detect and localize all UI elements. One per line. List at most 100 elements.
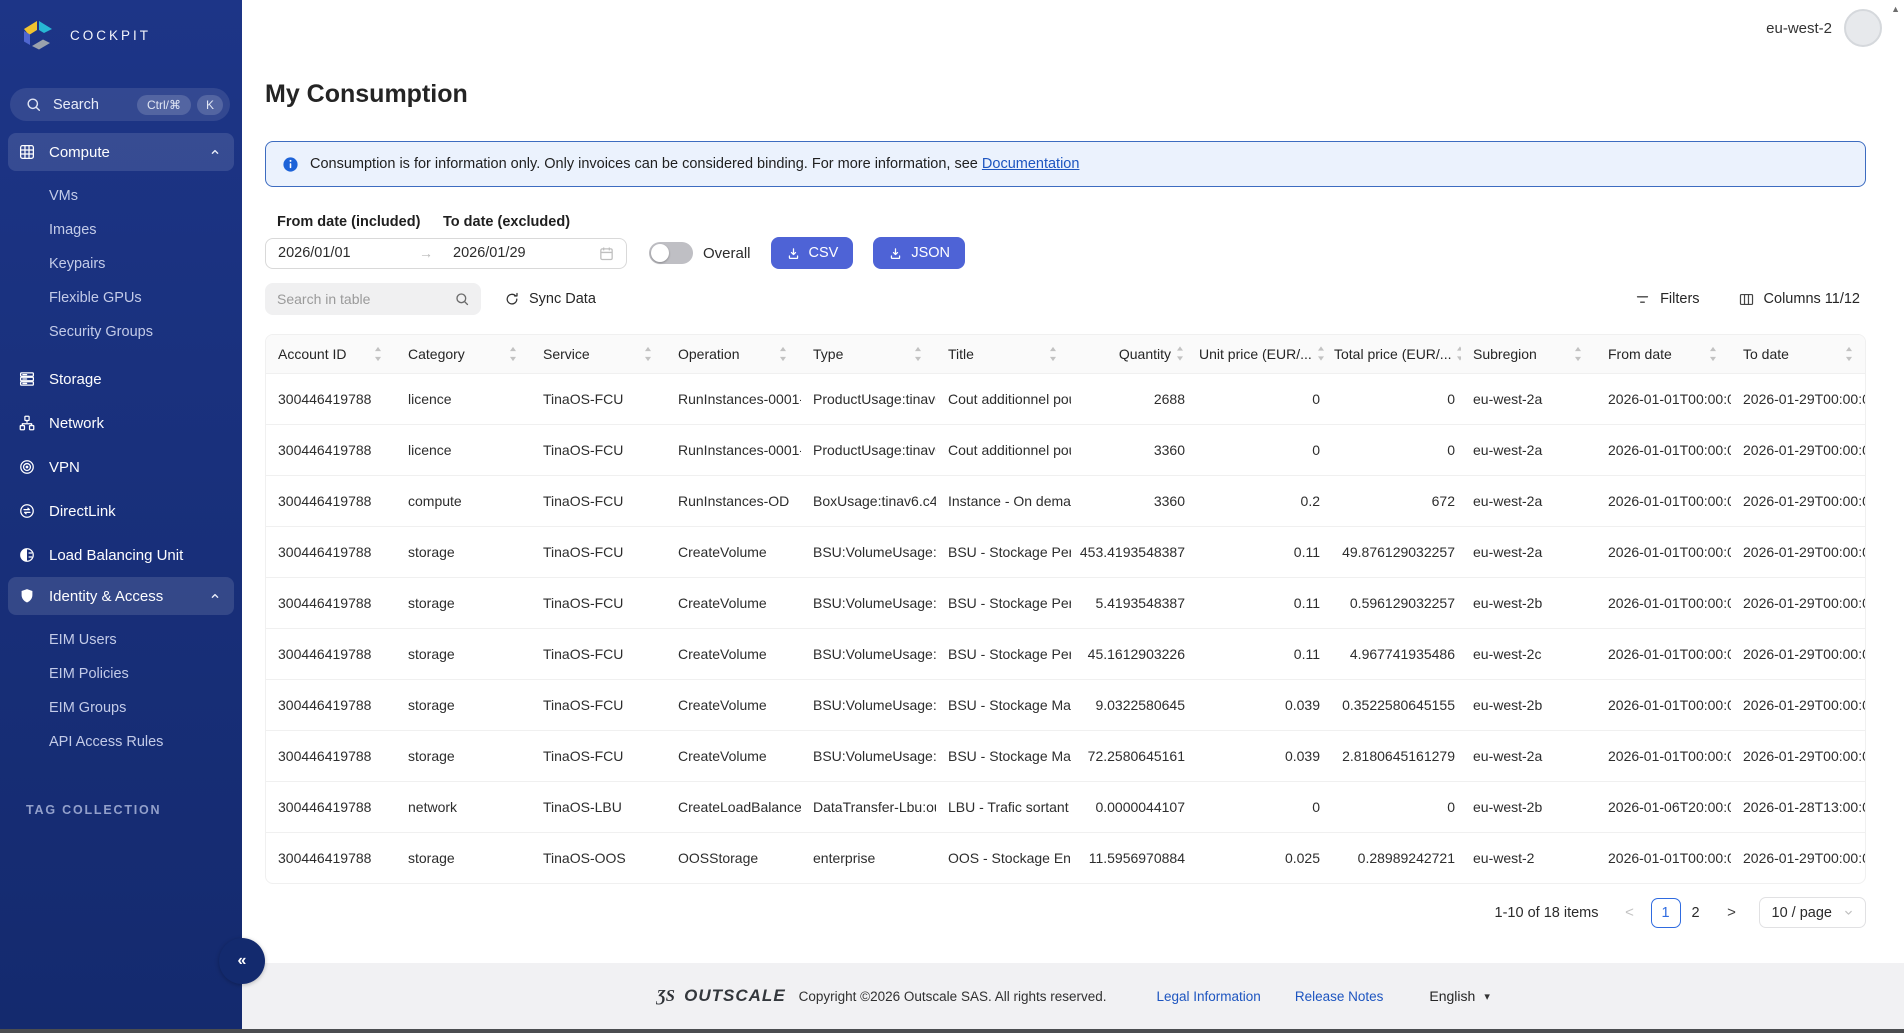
table-cell: 300446419788 xyxy=(266,730,396,781)
date-range-picker[interactable]: 2026/01/01 → 2026/01/29 xyxy=(265,238,627,269)
table-cell: LBU - Trafic sortant d xyxy=(936,781,1071,832)
table-cell: eu-west-2a xyxy=(1461,526,1596,577)
table-cell: 0.039 xyxy=(1191,679,1326,730)
column-header-unit-price-eur[interactable]: Unit price (EUR/... xyxy=(1191,335,1326,373)
directlink-icon xyxy=(18,502,36,520)
from-date-value[interactable]: 2026/01/01 xyxy=(278,245,419,261)
table-cell: 49.876129032257 xyxy=(1326,526,1461,577)
documentation-link[interactable]: Documentation xyxy=(982,156,1080,172)
svg-text:ƷS: ƷS xyxy=(656,986,675,1005)
sidebar-item-identity-access[interactable]: Identity & Access xyxy=(8,577,234,615)
vpn-icon xyxy=(18,458,36,476)
table-row: 300446419788computeTinaOS-FCURunInstance… xyxy=(266,475,1866,526)
column-header-to-date[interactable]: To date xyxy=(1731,335,1866,373)
overall-toggle[interactable] xyxy=(649,242,693,264)
column-header-service[interactable]: Service xyxy=(531,335,666,373)
table-cell: RunInstances-OD xyxy=(666,475,801,526)
sidebar-item-api-access-rules[interactable]: API Access Rules xyxy=(8,725,234,759)
table-cell: BSU - Stockage Magn xyxy=(936,730,1071,781)
sort-caret-icon xyxy=(1048,345,1058,362)
sync-icon xyxy=(504,291,520,307)
table-cell: BSU:VolumeUsage:gp2 xyxy=(801,628,936,679)
sidebar-item-vms[interactable]: VMs xyxy=(8,179,234,213)
columns-label: Columns 11/12 xyxy=(1764,291,1860,307)
table-row: 300446419788licenceTinaOS-FCURunInstance… xyxy=(266,424,1866,475)
table-cell: 0.039 xyxy=(1191,730,1326,781)
to-date-label: To date (excluded) xyxy=(443,214,570,230)
table-row: 300446419788storageTinaOS-FCUCreateVolum… xyxy=(266,577,1866,628)
columns-button[interactable]: Columns 11/12 xyxy=(1738,291,1860,308)
sidebar-item-keypairs[interactable]: Keypairs xyxy=(8,247,234,281)
to-date-value[interactable]: 2026/01/29 xyxy=(453,245,598,261)
release-notes-link[interactable]: Release Notes xyxy=(1295,989,1384,1004)
page-size-value: 10 / page xyxy=(1772,905,1832,921)
sidebar-item-network[interactable]: Network xyxy=(8,401,234,445)
table-cell: eu-west-2a xyxy=(1461,373,1596,424)
json-download-button[interactable]: JSON xyxy=(873,237,965,269)
column-header-subregion[interactable]: Subregion xyxy=(1461,335,1596,373)
topbar: eu-west-2 xyxy=(242,0,1904,56)
avatar[interactable] xyxy=(1844,9,1882,47)
table-cell: 2.8180645161279 xyxy=(1326,730,1461,781)
json-button-label: JSON xyxy=(911,245,950,261)
table-cell: network xyxy=(396,781,531,832)
pagination-page-1[interactable]: 1 xyxy=(1651,898,1681,928)
table-cell: 0.596129032257 xyxy=(1326,577,1461,628)
sidebar-item-directlink[interactable]: DirectLink xyxy=(8,489,234,533)
sidebar-item-eim-policies[interactable]: EIM Policies xyxy=(8,657,234,691)
shortcut-mod-badge: Ctrl/⌘ xyxy=(137,95,191,115)
table-cell: 0.11 xyxy=(1191,526,1326,577)
pagination-prev-button[interactable]: < xyxy=(1617,904,1643,921)
banner-text: Consumption is for information only. Onl… xyxy=(310,156,1079,172)
language-select[interactable]: English ▾ xyxy=(1429,988,1489,1004)
column-header-category[interactable]: Category xyxy=(396,335,531,373)
search-input[interactable] xyxy=(265,283,481,315)
table-cell: DataTransfer-Lbu:out xyxy=(801,781,936,832)
region-selector[interactable]: eu-west-2 xyxy=(1766,20,1832,37)
table-cell: 300446419788 xyxy=(266,679,396,730)
table-cell: 3360 xyxy=(1071,475,1191,526)
table-cell: 0.11 xyxy=(1191,628,1326,679)
sidebar-collapse-button[interactable]: « xyxy=(219,938,265,984)
column-header-from-date[interactable]: From date xyxy=(1596,335,1731,373)
sidebar-item-storage[interactable]: Storage xyxy=(8,357,234,401)
legal-information-link[interactable]: Legal Information xyxy=(1157,989,1261,1004)
column-header-quantity[interactable]: Quantity xyxy=(1071,335,1191,373)
table-cell: 2026-01-29T00:00:00 xyxy=(1731,373,1866,424)
sidebar-item-label: Storage xyxy=(49,371,222,388)
sync-label: Sync Data xyxy=(529,291,596,307)
table-cell: 45.1612903226 xyxy=(1071,628,1191,679)
sync-data-button[interactable]: Sync Data xyxy=(504,291,596,307)
table-cell: 2026-01-01T00:00:00 xyxy=(1596,832,1731,883)
filters-button[interactable]: Filters xyxy=(1634,291,1699,308)
sidebar-item-load-balancing-unit[interactable]: Load Balancing Unit xyxy=(8,533,234,577)
scrollbar-up-arrow[interactable]: ▲ xyxy=(1891,4,1900,14)
sidebar-item-compute[interactable]: Compute xyxy=(8,133,234,171)
column-header-total-price-eur[interactable]: Total price (EUR/... xyxy=(1326,335,1461,373)
table-row: 300446419788storageTinaOS-FCUCreateVolum… xyxy=(266,628,1866,679)
sort-caret-icon xyxy=(1708,345,1718,362)
pagination-next-button[interactable]: > xyxy=(1719,904,1745,921)
sidebar-item-flexible-gpus[interactable]: Flexible GPUs xyxy=(8,281,234,315)
page-size-select[interactable]: 10 / page xyxy=(1759,897,1866,928)
sidebar-item-security-groups[interactable]: Security Groups xyxy=(8,315,234,349)
column-header-operation[interactable]: Operation xyxy=(666,335,801,373)
csv-download-button[interactable]: CSV xyxy=(771,237,854,269)
chevron-up-icon xyxy=(208,589,222,603)
table-row: 300446419788storageTinaOS-FCUCreateVolum… xyxy=(266,679,1866,730)
logo[interactable]: COCKPIT xyxy=(0,0,242,55)
column-header-type[interactable]: Type xyxy=(801,335,936,373)
pagination-page-2[interactable]: 2 xyxy=(1681,898,1711,928)
table-cell: 4.967741935486 xyxy=(1326,628,1461,679)
column-header-account-id[interactable]: Account ID xyxy=(266,335,396,373)
sidebar-item-images[interactable]: Images xyxy=(8,213,234,247)
sidebar-search[interactable]: Search Ctrl/⌘ K xyxy=(10,88,230,121)
sidebar-item-eim-users[interactable]: EIM Users xyxy=(8,623,234,657)
sidebar-item-eim-groups[interactable]: EIM Groups xyxy=(8,691,234,725)
download-icon xyxy=(786,246,801,261)
sidebar-submenu: EIM UsersEIM PoliciesEIM GroupsAPI Acces… xyxy=(8,615,234,767)
sidebar-item-vpn[interactable]: VPN xyxy=(8,445,234,489)
table-cell: 2026-01-01T00:00:00 xyxy=(1596,679,1731,730)
column-header-title[interactable]: Title xyxy=(936,335,1071,373)
table-cell: 0.2 xyxy=(1191,475,1326,526)
